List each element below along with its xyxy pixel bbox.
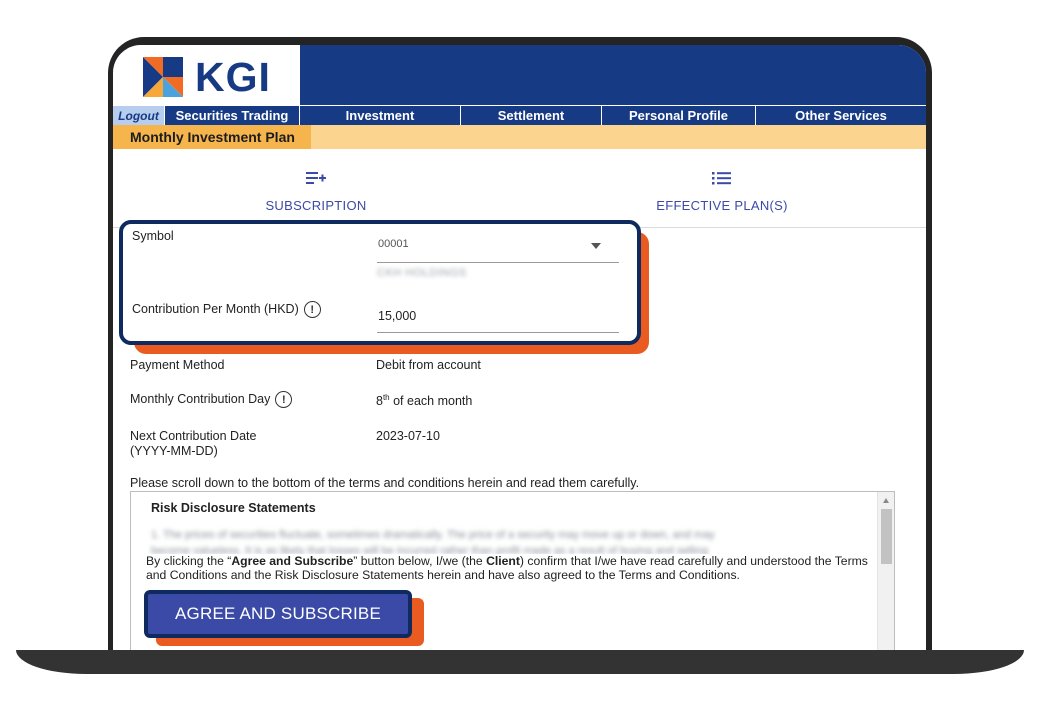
contribution-day-value: 8th of each month: [376, 393, 472, 408]
logo-area: KGI: [113, 45, 300, 105]
list-icon: [711, 167, 733, 189]
contribution-day-suffix: th: [382, 393, 390, 402]
contribution-day-label: Monthly Contribution Day!: [130, 391, 293, 408]
subtab-monthly-investment-plan[interactable]: Monthly Investment Plan: [113, 125, 311, 149]
kgi-logo-icon: [143, 57, 183, 97]
nav-item-other-services[interactable]: Other Services: [756, 106, 926, 125]
symbol-label: Symbol: [132, 229, 174, 243]
screen: KGI Logout Securities Trading Investment…: [113, 45, 926, 650]
tab-subscription[interactable]: SUBSCRIPTION: [113, 149, 519, 228]
terms-title: Risk Disclosure Statements: [151, 501, 316, 515]
agree-and-subscribe-button[interactable]: AGREE AND SUBSCRIBE: [144, 590, 412, 638]
symbol-select-value[interactable]: 00001: [378, 238, 409, 250]
contribution-day-label-text: Monthly Contribution Day: [130, 391, 271, 406]
contribution-label-text: Contribution Per Month (HKD): [132, 301, 299, 316]
laptop-base: [16, 650, 1024, 674]
main-nav: Logout Securities Trading Investment Set…: [113, 106, 926, 125]
nav-item-settlement[interactable]: Settlement: [461, 106, 602, 125]
consent-bold-2: Client: [486, 554, 520, 568]
contribution-day-number: 8: [376, 394, 383, 409]
app-header: KGI: [113, 45, 926, 105]
consent-text: By clicking the “Agree and Subscribe” bu…: [146, 554, 881, 582]
symbol-name: CKH HOLDINGS: [377, 267, 467, 279]
payment-method-value: Debit from account: [376, 358, 481, 372]
logo-text: KGI: [195, 54, 271, 100]
nav-item-personal-profile[interactable]: Personal Profile: [602, 106, 756, 125]
scroll-thumb[interactable]: [881, 509, 892, 564]
terms-scrollbar[interactable]: [877, 492, 894, 650]
contribution-day-rest: of each month: [389, 394, 473, 409]
contribution-underline: [377, 332, 619, 333]
tab-effective-plans-label: EFFECTIVE PLAN(S): [656, 198, 788, 213]
next-date-label-line-2: (YYYY-MM-DD): [130, 444, 218, 458]
next-date-value: 2023-07-10: [376, 429, 440, 443]
next-date-label-line-1: Next Contribution Date: [130, 429, 257, 443]
next-date-label: Next Contribution Date (YYYY-MM-DD): [130, 429, 256, 459]
chevron-down-icon[interactable]: [591, 243, 601, 249]
plan-tabs: SUBSCRIPTION EFFECTIVE PLAN(S): [113, 149, 926, 228]
payment-method-label: Payment Method: [130, 358, 225, 372]
tab-effective-plans[interactable]: EFFECTIVE PLAN(S): [519, 149, 925, 228]
contribution-label: Contribution Per Month (HKD)!: [132, 301, 321, 318]
info-icon[interactable]: !: [275, 391, 293, 408]
consent-part-1: By clicking the “: [146, 554, 232, 568]
scroll-up-arrow-icon[interactable]: [883, 498, 889, 503]
nav-item-securities-trading[interactable]: Securities Trading: [165, 106, 300, 125]
playlist-add-icon: [305, 167, 327, 189]
info-icon[interactable]: !: [303, 301, 321, 318]
tab-subscription-label: SUBSCRIPTION: [265, 198, 367, 213]
scroll-note: Please scroll down to the bottom of the …: [130, 476, 640, 490]
terms-text-blurred: 1. The prices of securities fluctuate, s…: [151, 529, 715, 541]
consent-bold-1: Agree and Subscribe: [231, 554, 354, 568]
nav-item-investment[interactable]: Investment: [300, 106, 461, 125]
contribution-input[interactable]: 15,000: [378, 309, 416, 323]
consent-part-2: ” button below, I/we (the: [353, 554, 487, 568]
logout-button[interactable]: Logout: [113, 106, 165, 125]
symbol-underline: [377, 262, 619, 263]
sub-nav: Monthly Investment Plan: [113, 125, 926, 149]
